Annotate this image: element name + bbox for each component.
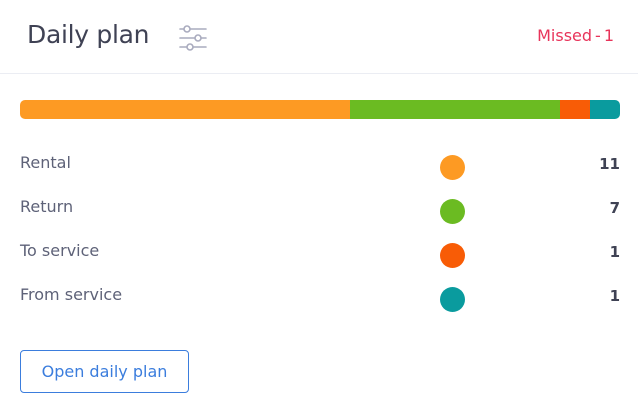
status-dot [440, 155, 465, 180]
plan-item-count: 1 [609, 243, 620, 261]
status-dot [440, 243, 465, 268]
plan-item-from-service: From service 1 [20, 280, 620, 324]
plan-item-count: 11 [599, 155, 620, 173]
sliders-icon[interactable] [177, 22, 209, 54]
plan-list: Rental 11 Return 7 To service 1 From ser… [20, 148, 620, 324]
plan-item-label: From service [20, 285, 123, 304]
card-title: Daily plan [27, 20, 150, 49]
plan-item-count: 7 [609, 199, 620, 217]
missed-count: 1 [603, 26, 614, 45]
progress-segment-from-service [590, 100, 620, 119]
plan-item-label: To service [20, 241, 100, 260]
status-dot [440, 287, 465, 312]
plan-progress-bar [20, 100, 620, 119]
status-dot [440, 199, 465, 224]
progress-segment-rental [20, 100, 350, 119]
open-daily-plan-button[interactable]: Open daily plan [20, 350, 189, 393]
plan-item-rental: Rental 11 [20, 148, 620, 192]
plan-item-count: 1 [609, 287, 620, 305]
missed-indicator: Missed -1 [537, 26, 614, 45]
card-header: Daily plan Missed -1 [0, 0, 638, 74]
missed-label: Missed [537, 26, 593, 45]
progress-segment-return [350, 100, 560, 119]
plan-item-return: Return 7 [20, 192, 620, 236]
progress-segment-to-service [560, 100, 590, 119]
missed-separator: - [595, 26, 601, 45]
plan-item-label: Rental [20, 153, 71, 172]
plan-item-label: Return [20, 197, 74, 216]
plan-item-to-service: To service 1 [20, 236, 620, 280]
